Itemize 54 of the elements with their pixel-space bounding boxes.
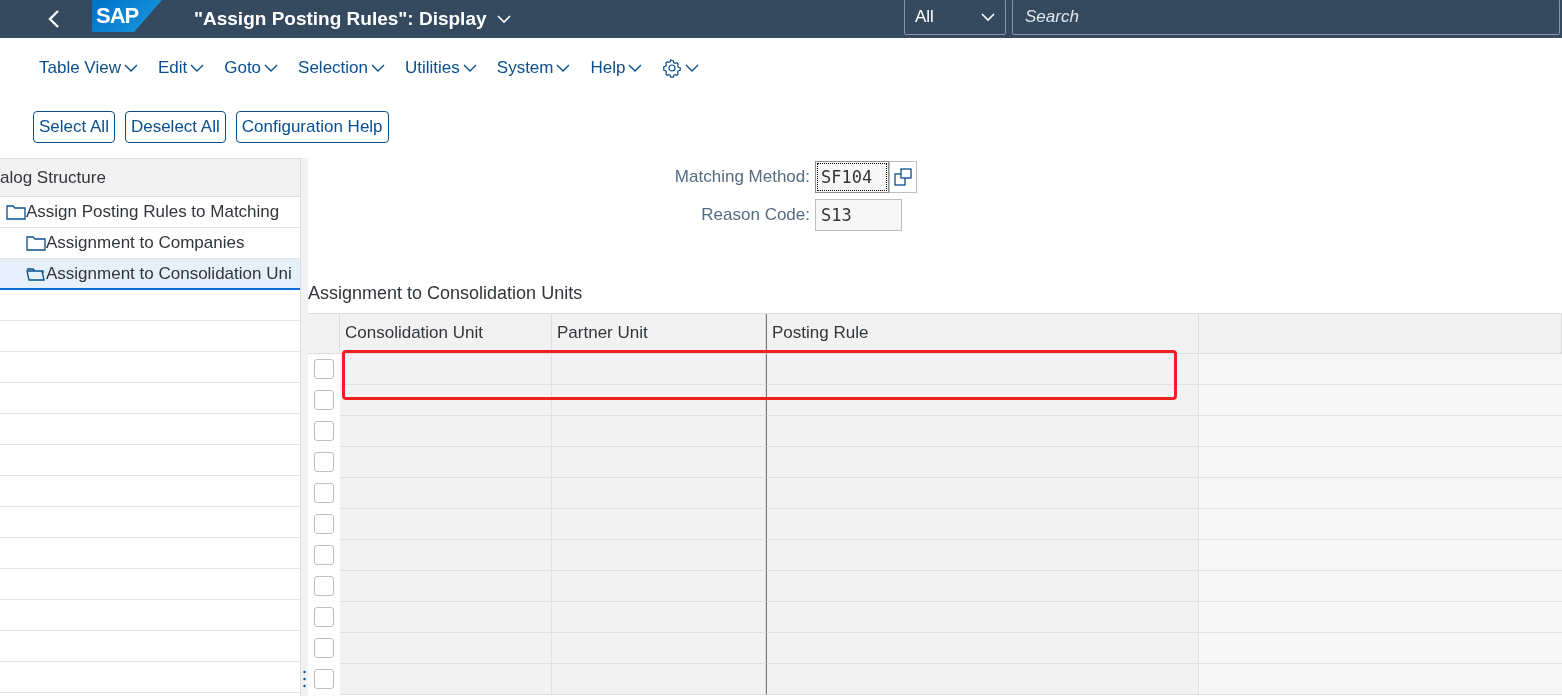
- settings-icon: [662, 58, 683, 78]
- search-field[interactable]: Search: [1012, 0, 1560, 35]
- value-help-icon: [894, 168, 912, 186]
- menu-item[interactable]: Edit: [157, 58, 205, 78]
- row-selector[interactable]: [314, 483, 334, 503]
- caret-icon: [190, 63, 205, 73]
- grip-icon[interactable]: [303, 670, 306, 688]
- field-label: Matching Method:: [673, 167, 811, 187]
- caret-icon: [462, 63, 477, 73]
- menu-item[interactable]: System: [496, 58, 571, 78]
- field-label: Reason Code:: [700, 205, 811, 225]
- row-selector[interactable]: [314, 390, 334, 410]
- toolbar-button[interactable]: Deselect All: [124, 111, 226, 143]
- value-help-button[interactable]: [889, 161, 917, 193]
- table-title: Assignment to Consolidation Units: [308, 283, 584, 305]
- row-selector[interactable]: [314, 669, 334, 689]
- scope-dropdown[interactable]: All: [904, 0, 1006, 35]
- column-header[interactable]: Posting Rule: [766, 314, 1199, 354]
- menu-item[interactable]: Utilities: [405, 58, 477, 78]
- row-selector[interactable]: [314, 359, 334, 379]
- toolbar-button[interactable]: Configuration Help: [235, 111, 389, 143]
- caret-icon: [628, 63, 643, 73]
- row-selector[interactable]: [314, 607, 334, 627]
- row-selector[interactable]: [314, 638, 334, 658]
- caret-icon[interactable]: [496, 14, 511, 24]
- menu-item[interactable]: Help: [590, 58, 643, 78]
- toolbar-button[interactable]: Select All: [33, 111, 115, 143]
- caret-icon: [371, 63, 385, 73]
- row-selector[interactable]: [314, 514, 334, 534]
- window-title: "Assign Posting Rules": Display: [194, 8, 487, 30]
- open-folder-icon: [26, 265, 46, 282]
- row-selector[interactable]: [314, 545, 334, 565]
- caret-icon: [981, 12, 995, 22]
- tree-item[interactable]: Assign Posting Rules to Matching: [0, 197, 300, 228]
- folder-icon: [26, 234, 46, 252]
- tree-item[interactable]: Assignment to Consolidation Uni: [0, 259, 300, 290]
- caret-icon: [685, 63, 700, 73]
- caret-icon: [264, 63, 279, 73]
- caret-icon: [556, 63, 571, 73]
- menu-item[interactable]: Goto: [224, 58, 279, 78]
- caret-icon: [123, 63, 138, 73]
- row-selector[interactable]: [314, 452, 334, 472]
- column-header[interactable]: Partner Unit: [552, 314, 766, 354]
- menu-item[interactable]: Table View: [39, 58, 138, 78]
- row-selector[interactable]: [314, 421, 334, 441]
- panel-title: alog Structure: [0, 167, 106, 188]
- settings-menu[interactable]: [662, 58, 700, 78]
- text-field[interactable]: S13: [815, 199, 902, 231]
- column-header[interactable]: Consolidation Unit: [340, 314, 552, 354]
- menu-item[interactable]: Selection: [298, 58, 385, 78]
- row-selector[interactable]: [314, 576, 334, 596]
- logo[interactable]: SAP: [92, 0, 162, 32]
- text-field[interactable]: SF104: [815, 161, 889, 193]
- folder-icon: [6, 203, 26, 221]
